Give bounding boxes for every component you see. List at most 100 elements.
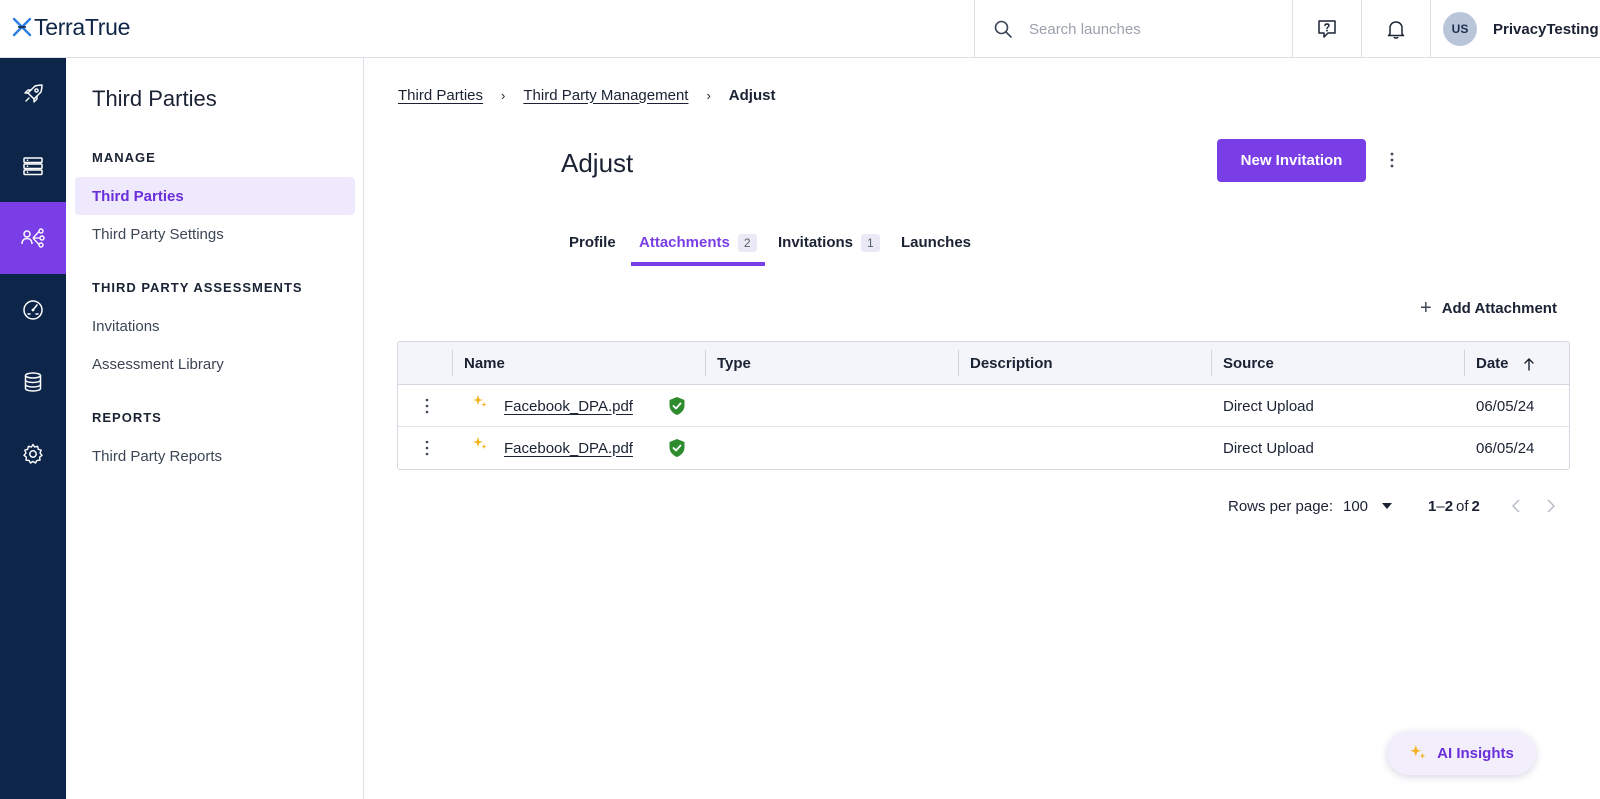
cell-date: 06/05/24 [1476, 397, 1535, 415]
third-parties-icon [21, 228, 45, 248]
rail-item-dashboard[interactable] [0, 274, 66, 346]
rows-per-page-select[interactable]: 100 [1343, 495, 1393, 517]
breadcrumb-third-parties[interactable]: Third Parties [398, 87, 483, 104]
avatar: US [1443, 12, 1477, 46]
sidebar-item-assessment-library[interactable]: Assessment Library [75, 345, 355, 383]
ai-insights-button[interactable]: AI Insights [1387, 731, 1536, 775]
tab-launches[interactable]: Launches [901, 226, 971, 266]
help-button[interactable] [1292, 0, 1361, 58]
next-page-button[interactable] [1547, 495, 1555, 517]
secondary-sidebar: Third Parties MANAGE Third Parties Third… [66, 58, 364, 799]
table-header: Name Type Description Source Date [398, 342, 1569, 385]
database-icon [24, 372, 42, 392]
range-dash: – [1436, 497, 1445, 515]
plus-icon: + [1420, 296, 1432, 319]
column-header-source[interactable]: Source [1211, 342, 1464, 385]
user-name: PrivacyTesting [1493, 20, 1599, 38]
cell-date: 06/05/24 [1476, 439, 1535, 457]
sidebar-item-third-party-reports[interactable]: Third Party Reports [75, 437, 355, 475]
chevron-left-icon [1512, 499, 1520, 513]
notifications-button[interactable] [1361, 0, 1430, 58]
range-total: 2 [1471, 497, 1480, 515]
sidebar-item-invitations[interactable]: Invitations [75, 307, 355, 345]
file-name-link[interactable]: Facebook_DPA.pdf [504, 427, 633, 469]
file-name: Facebook_DPA.pdf [504, 397, 633, 415]
search-input[interactable] [1029, 17, 1269, 41]
ai-sparkle-icon [1410, 745, 1426, 759]
logo[interactable]: TerraTrue [12, 12, 130, 42]
table-row: Facebook_DPA.pdf Direct Upload 06/05/24 [398, 427, 1569, 469]
bell-icon [1387, 21, 1405, 39]
brand-name: TerraTrue [34, 13, 131, 40]
app-rail [0, 58, 66, 799]
page-title: Adjust [561, 148, 634, 178]
tab-profile[interactable]: Profile [569, 226, 616, 266]
rail-item-inventory[interactable] [0, 130, 66, 202]
page-more-button[interactable] [1382, 148, 1402, 172]
tab-attachments[interactable]: Attachments 2 [631, 226, 765, 266]
tab-count-badge: 2 [737, 234, 757, 252]
breadcrumb-separator: › [501, 87, 506, 103]
sidebar-item-third-party-settings[interactable]: Third Party Settings [75, 215, 355, 253]
tab-label: Profile [569, 234, 616, 251]
attachments-table: Name Type Description Source Date Facebo… [397, 341, 1570, 470]
ai-sparkle-icon [472, 427, 488, 469]
sidebar-heading-reports: REPORTS [92, 410, 162, 425]
table-row: Facebook_DPA.pdf Direct Upload 06/05/24 [398, 385, 1569, 427]
sidebar-title: Third Parties [92, 86, 217, 111]
more-vertical-icon [425, 440, 429, 456]
terratrue-logo-icon [12, 17, 32, 37]
file-name-link[interactable]: Facebook_DPA.pdf [504, 385, 633, 427]
new-invitation-button[interactable]: New Invitation [1217, 139, 1366, 182]
rail-item-settings[interactable] [0, 418, 66, 490]
cell-source: Direct Upload [1223, 397, 1314, 415]
tab-label: Launches [901, 234, 972, 251]
sidebar-heading-manage: MANAGE [92, 150, 156, 165]
add-attachment-button[interactable]: + Add Attachment [1420, 296, 1557, 320]
column-header-name[interactable]: Name [452, 342, 705, 385]
breadcrumb-third-party-management[interactable]: Third Party Management [523, 87, 688, 104]
more-vertical-icon [1390, 152, 1394, 168]
file-name: Facebook_DPA.pdf [504, 439, 633, 457]
rows-per-page-value: 100 [1343, 497, 1369, 515]
search-icon [994, 20, 1012, 38]
previous-page-button[interactable] [1512, 495, 1520, 517]
column-header-date[interactable]: Date [1464, 342, 1569, 385]
gauge-icon [23, 300, 43, 320]
tab-label: Invitations [778, 234, 854, 251]
add-attachment-label: Add Attachment [1441, 299, 1557, 317]
breadcrumb-current: Adjust [728, 86, 776, 104]
rocket-icon [24, 84, 43, 103]
top-bar: TerraTrue US PrivacyTesting [0, 0, 1600, 58]
tab-invitations[interactable]: Invitations 1 [778, 226, 880, 266]
column-header-date-label: Date [1476, 355, 1509, 372]
sidebar-heading-assessments: THIRD PARTY ASSESSMENTS [92, 280, 303, 295]
row-more-button[interactable] [421, 427, 433, 469]
column-header-description[interactable]: Description [958, 342, 1211, 385]
breadcrumb: Third Parties › Third Party Management ›… [398, 85, 775, 105]
verified-shield-icon [668, 427, 686, 469]
caret-down-icon [1382, 503, 1393, 509]
rail-item-third-parties[interactable] [0, 202, 66, 274]
range-start: 1 [1428, 497, 1437, 515]
sidebar-item-third-parties[interactable]: Third Parties [75, 177, 355, 215]
row-more-button[interactable] [421, 385, 433, 427]
column-header-type[interactable]: Type [705, 342, 958, 385]
sort-ascending-icon [1523, 357, 1534, 371]
search-box [974, 0, 1292, 58]
rail-item-data[interactable] [0, 346, 66, 418]
range-end: 2 [1444, 497, 1454, 515]
verified-shield-icon [668, 385, 686, 427]
cell-source: Direct Upload [1223, 439, 1314, 457]
rows-per-page-label: Rows per page: [1228, 497, 1334, 515]
server-icon [23, 157, 43, 176]
tab-label: Attachments [639, 234, 730, 251]
pagination-range: 1 – 2 of 2 [1428, 495, 1480, 517]
help-chat-icon [1318, 20, 1336, 38]
user-menu[interactable]: US PrivacyTesting [1430, 0, 1600, 58]
range-of: of [1456, 497, 1469, 515]
rail-item-launches[interactable] [0, 58, 66, 130]
ai-insights-label: AI Insights [1437, 744, 1514, 762]
ai-sparkle-icon [472, 385, 488, 427]
gear-icon [23, 443, 43, 464]
